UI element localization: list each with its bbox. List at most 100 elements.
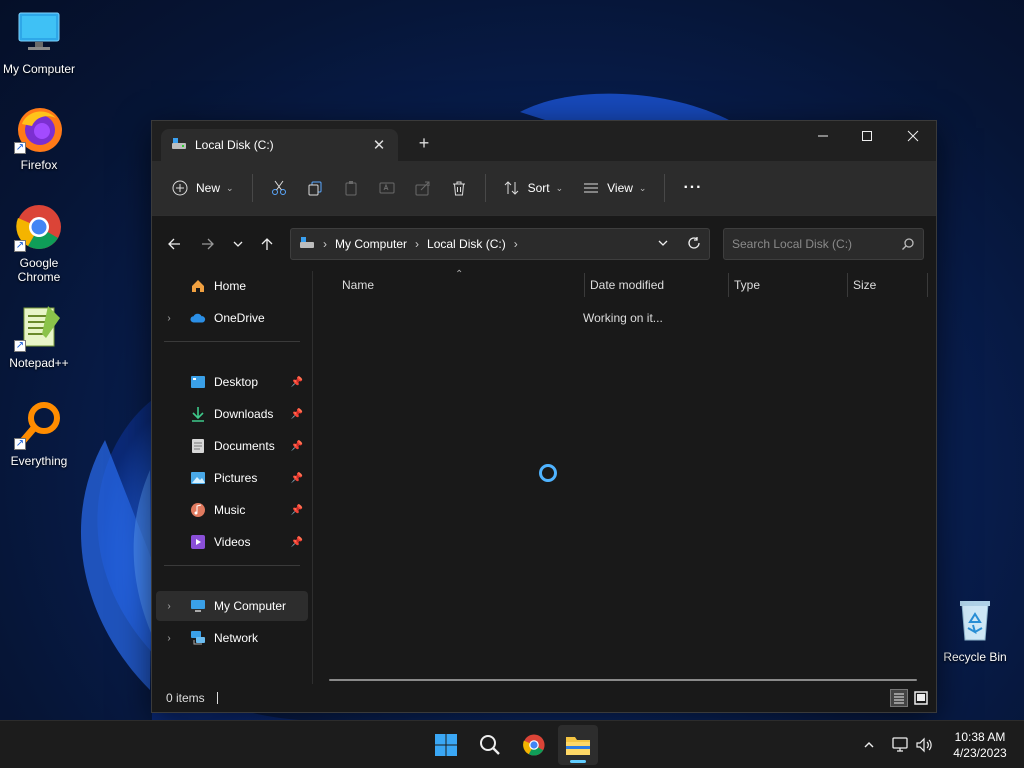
start-button[interactable] (426, 725, 466, 765)
taskbar-search-button[interactable] (470, 725, 510, 765)
chevron-up-icon (864, 742, 874, 748)
nav-item-videos[interactable]: Videos 📌 (156, 527, 308, 557)
desktop-icon-label: Chrome (17, 270, 61, 284)
desktop-icon-google-chrome[interactable]: ↗ Google Chrome (0, 202, 78, 284)
explorer-body: Home › OneDrive Desktop 📌 Downloads 📌 Do… (152, 269, 936, 684)
home-icon (190, 278, 206, 294)
up-button[interactable] (255, 232, 279, 256)
chevron-right-icon[interactable]: › (162, 633, 176, 644)
chevron-down-icon: ⌄ (226, 182, 234, 193)
desktop-icon-recycle-bin[interactable]: Recycle Bin (936, 596, 1014, 664)
column-header-type[interactable]: Type (734, 271, 760, 299)
column-header-date-modified[interactable]: Date modified (590, 271, 664, 299)
column-divider[interactable] (847, 273, 848, 297)
column-header-name[interactable]: Name (342, 271, 374, 299)
breadcrumb-my-computer[interactable]: My Computer (335, 237, 407, 251)
search-input[interactable] (732, 237, 901, 251)
paste-button[interactable] (333, 171, 369, 205)
pin-icon[interactable]: 📌 (290, 473, 304, 484)
pin-icon[interactable]: 📌 (290, 537, 304, 548)
clipboard-icon (345, 181, 357, 196)
show-hidden-icons-button[interactable] (858, 721, 880, 768)
desktop-icon-firefox[interactable]: ↗ Firefox (0, 104, 78, 172)
nav-item-documents[interactable]: Documents 📌 (156, 431, 308, 461)
desktop-icon-notepad-plus-plus[interactable]: ↗ Notepad++ (0, 302, 78, 370)
clock[interactable]: 10:38 AM 4/23/2023 (940, 729, 1020, 761)
tiles-view-icon (914, 691, 928, 705)
new-button[interactable]: New ⌄ (162, 171, 244, 205)
cut-button[interactable] (261, 171, 297, 205)
pin-icon[interactable]: 📌 (290, 505, 304, 516)
sort-button[interactable]: Sort ⌄ (494, 171, 574, 205)
column-divider[interactable] (728, 273, 729, 297)
network-status-button[interactable] (890, 721, 912, 768)
desktop-icon-my-computer[interactable]: My Computer (0, 8, 78, 76)
cloud-icon (190, 310, 206, 326)
refresh-button[interactable] (687, 236, 701, 253)
volume-button[interactable] (914, 721, 936, 768)
details-view-icon (894, 693, 904, 704)
shortcut-arrow-icon: ↗ (14, 340, 26, 352)
rename-icon (379, 182, 395, 194)
tab-local-disk[interactable]: Local Disk (C:) ✕ (161, 129, 398, 161)
nav-item-network[interactable]: › Network (156, 623, 308, 653)
recent-locations-button[interactable] (226, 232, 250, 256)
pin-icon[interactable]: 📌 (290, 441, 304, 452)
breadcrumb-local-disk[interactable]: Local Disk (C:) (427, 237, 506, 251)
windows-logo-icon (435, 734, 457, 756)
pin-icon[interactable]: 📌 (290, 377, 304, 388)
new-tab-button[interactable]: + (414, 133, 434, 154)
copy-button[interactable] (297, 171, 333, 205)
maximize-button[interactable] (844, 121, 890, 151)
chrome-icon: ↗ (14, 202, 64, 252)
column-divider[interactable] (584, 273, 585, 297)
nav-item-my-computer[interactable]: › My Computer (156, 591, 308, 621)
nav-item-desktop[interactable]: Desktop 📌 (156, 367, 308, 397)
tiles-view-button[interactable] (912, 689, 930, 707)
nav-item-home[interactable]: Home (156, 271, 308, 301)
shortcut-arrow-icon: ↗ (14, 240, 26, 252)
nav-item-music[interactable]: Music 📌 (156, 495, 308, 525)
view-button[interactable]: View ⌄ (573, 171, 656, 205)
chevron-right-icon[interactable]: › (514, 237, 518, 251)
arrow-right-icon (202, 238, 214, 250)
nav-item-onedrive[interactable]: › OneDrive (156, 303, 308, 333)
maximize-icon (862, 131, 872, 141)
monitor-icon (14, 8, 64, 58)
address-dropdown-button[interactable] (657, 237, 669, 252)
desktop-icon-label: Everything (10, 454, 68, 468)
pin-icon[interactable]: 📌 (290, 409, 304, 420)
more-options-button[interactable]: ··· (673, 171, 712, 205)
nav-item-pictures[interactable]: Pictures 📌 (156, 463, 308, 493)
close-button[interactable] (890, 121, 936, 151)
search-box[interactable] (723, 228, 924, 260)
forward-button[interactable] (196, 232, 220, 256)
address-bar[interactable]: › My Computer › Local Disk (C:) › (290, 228, 710, 260)
picture-icon (190, 470, 206, 486)
share-icon (415, 181, 430, 196)
drive-icon (171, 137, 187, 154)
tab-close-button[interactable]: ✕ (370, 136, 388, 154)
status-bar: 0 items (152, 684, 936, 712)
nav-item-downloads[interactable]: Downloads 📌 (156, 399, 308, 429)
close-icon (907, 130, 919, 142)
share-button[interactable] (405, 171, 441, 205)
minimize-button[interactable] (800, 121, 846, 151)
column-divider[interactable] (927, 273, 928, 297)
recycle-bin-icon (950, 596, 1000, 646)
taskbar-chrome-button[interactable] (514, 725, 554, 765)
chevron-right-icon[interactable]: › (162, 601, 176, 612)
sort-ascending-icon: ⌃ (455, 269, 464, 280)
taskbar-file-explorer-button[interactable] (558, 725, 598, 765)
horizontal-scrollbar[interactable] (329, 679, 917, 681)
details-view-button[interactable] (890, 689, 908, 707)
clock-date: 4/23/2023 (953, 746, 1007, 760)
back-button[interactable] (162, 232, 186, 256)
delete-button[interactable] (441, 171, 477, 205)
column-header-size[interactable]: Size (853, 271, 876, 299)
more-icon: ··· (683, 179, 703, 196)
chevron-right-icon[interactable]: › (162, 313, 176, 324)
rename-button[interactable] (369, 171, 405, 205)
desktop-icon-everything[interactable]: ↗ Everything (0, 400, 78, 468)
taskbar: 10:38 AM 4/23/2023 (0, 720, 1024, 768)
